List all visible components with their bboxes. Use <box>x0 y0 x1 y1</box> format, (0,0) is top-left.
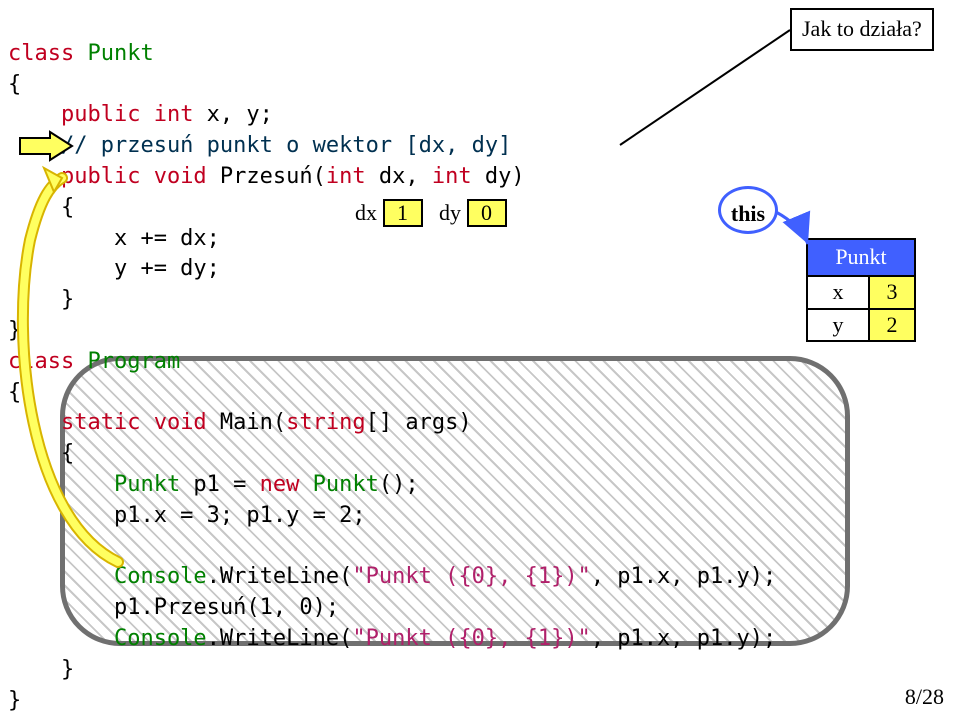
type-punkt2: Punkt <box>8 472 180 497</box>
kw-public2: public <box>8 164 140 189</box>
field-x-name: x <box>806 277 870 310</box>
kw-void2: void <box>140 410 206 435</box>
kw-void: void <box>140 164 206 189</box>
method-name: Przesuń( <box>207 164 326 189</box>
brace: } <box>8 287 74 312</box>
kw-int-p1: int <box>326 164 366 189</box>
string-lit2: "Punkt ({0}, {1})" <box>352 626 590 651</box>
brace: { <box>8 380 21 405</box>
dy-value: 0 <box>467 199 507 227</box>
kw-class: class <box>8 41 74 66</box>
object-punkt: Punkt x 3 y 2 <box>806 238 916 342</box>
object-title: Punkt <box>806 238 916 277</box>
brace: } <box>8 657 74 682</box>
field-y-name: y <box>806 310 870 343</box>
dx-label: dx <box>355 200 377 225</box>
callout-text: Jak to działa? <box>802 16 922 41</box>
type-console: Console <box>8 564 207 589</box>
local-dx: dx 1 dy 0 <box>355 198 507 229</box>
page-number: 8/28 <box>905 682 944 713</box>
kw-public: public <box>8 102 140 127</box>
stmt-x: x += dx; <box>8 226 220 251</box>
callout-box: Jak to działa? <box>790 8 934 51</box>
kw-string: string <box>286 410 365 435</box>
string-lit: "Punkt ({0}, {1})" <box>352 564 590 589</box>
brace: { <box>8 72 21 97</box>
type-punkt: Punkt <box>87 41 153 66</box>
dx-value: 1 <box>383 199 423 227</box>
dy-label: dy <box>439 200 461 225</box>
brace: } <box>8 688 21 713</box>
field-y-value: 2 <box>870 310 916 343</box>
kw-int-p2: int <box>419 164 472 189</box>
kw-int: int <box>140 102 193 127</box>
stmt-call: p1.Przesuń(1, 0); <box>8 595 339 620</box>
type-console2: Console <box>8 626 207 651</box>
comment-line: // przesuń punkt o wektor [dx, dy] <box>8 133 511 158</box>
kw-class2: class <box>8 349 74 374</box>
field-x-value: 3 <box>870 277 916 310</box>
this-pointer: this <box>718 186 778 234</box>
kw-new: new <box>260 472 300 497</box>
decl-xy: x, y; <box>193 102 272 127</box>
type-program: Program <box>74 349 180 374</box>
kw-static: static <box>8 410 140 435</box>
brace: { <box>8 195 74 220</box>
stmt-y: y += dy; <box>8 256 220 281</box>
brace: } <box>8 318 21 343</box>
this-label: this <box>721 199 775 230</box>
code-block: class Punkt { public int x, y; // przesu… <box>8 8 776 716</box>
brace: { <box>8 441 74 466</box>
stmt-assign: p1.x = 3; p1.y = 2; <box>8 503 366 528</box>
